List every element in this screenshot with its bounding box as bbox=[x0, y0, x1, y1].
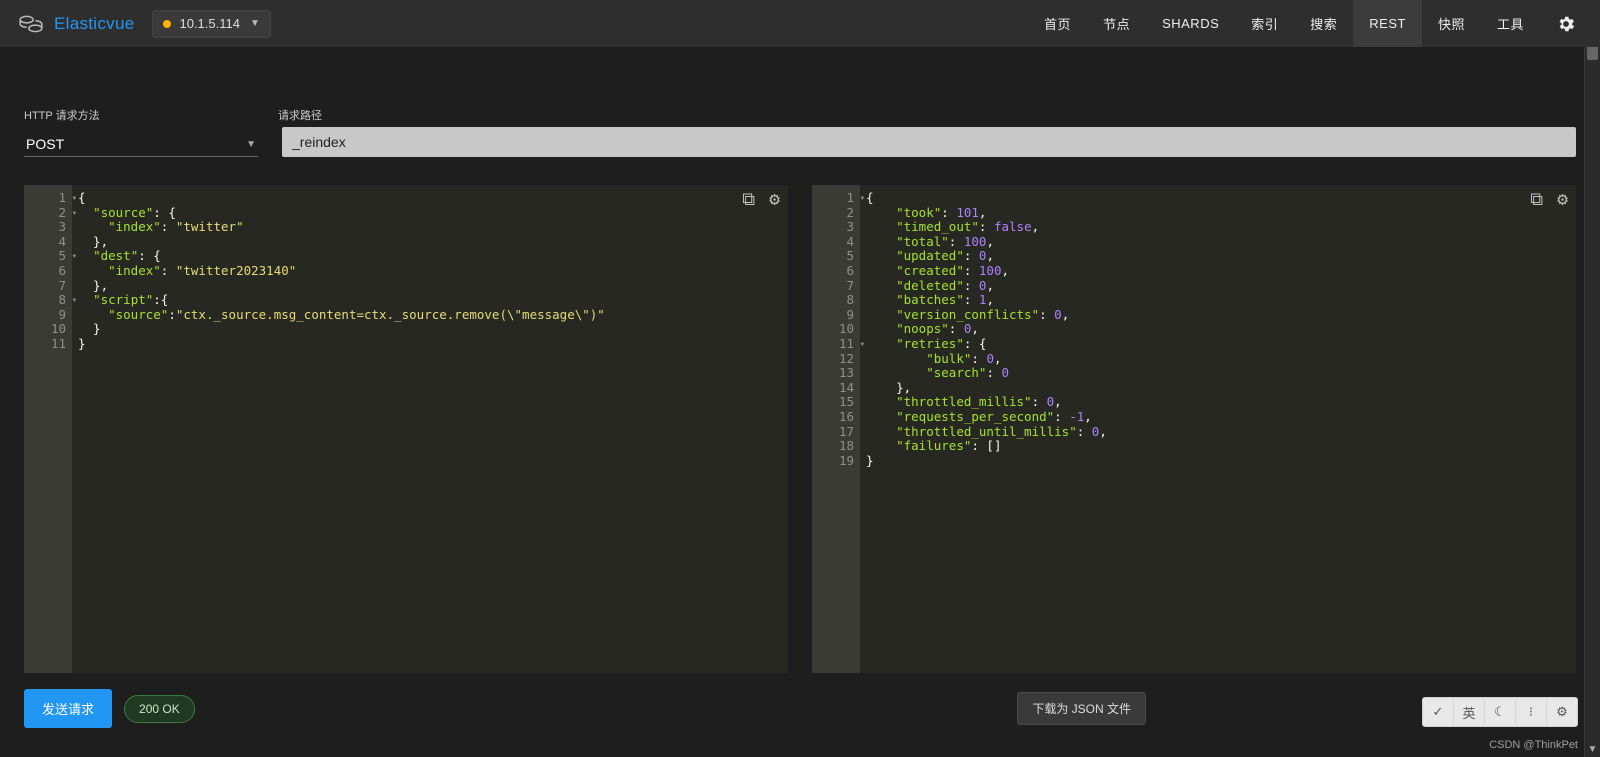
download-json-button[interactable]: 下载为 JSON 文件 bbox=[1017, 692, 1146, 725]
path-label: 请求路径 bbox=[278, 107, 322, 123]
app-bar: Elasticvue 10.1.5.114 ▼ 首页节点SHARDS索引搜索RE… bbox=[0, 0, 1600, 47]
app-logo[interactable]: Elasticvue bbox=[18, 11, 134, 37]
main-nav: 首页节点SHARDS索引搜索REST快照工具 bbox=[1028, 0, 1592, 47]
nav-item-索引[interactable]: 索引 bbox=[1235, 0, 1294, 47]
scroll-down-icon[interactable]: ▼ bbox=[1585, 742, 1600, 757]
nav-item-shards[interactable]: SHARDS bbox=[1146, 0, 1235, 47]
cluster-status-dot bbox=[163, 20, 171, 28]
settings-gear-icon[interactable] bbox=[1540, 14, 1592, 34]
page-scrollbar[interactable]: ▲ ▼ bbox=[1584, 0, 1600, 757]
copy-icon[interactable]: ⧉ bbox=[1530, 193, 1543, 208]
http-method-select[interactable]: POST ▼ bbox=[24, 132, 258, 157]
request-code[interactable]: { "source": { "index": "twitter" }, "des… bbox=[74, 185, 788, 673]
method-label: HTTP 请求方法 bbox=[24, 107, 254, 123]
gear-icon[interactable]: ⚙ bbox=[769, 193, 780, 208]
send-request-button[interactable]: 发送请求 bbox=[24, 689, 112, 728]
response-editor[interactable]: ⧉ ⚙ 12345678910111213141516171819 { "too… bbox=[812, 185, 1576, 673]
response-gutter: 12345678910111213141516171819 bbox=[812, 185, 860, 673]
request-path-input[interactable] bbox=[282, 127, 1576, 157]
status-badge: 200 OK bbox=[124, 695, 195, 723]
request-gutter: 1234567891011 bbox=[24, 185, 72, 673]
request-editor[interactable]: ⧉ ⚙ 1234567891011 { "source": { "index":… bbox=[24, 185, 788, 673]
ime-tool[interactable]: ☾ bbox=[1485, 699, 1516, 725]
ime-tool[interactable]: 英 bbox=[1454, 699, 1485, 725]
logo-icon bbox=[18, 11, 44, 37]
copy-icon[interactable]: ⧉ bbox=[742, 193, 755, 208]
app-name: Elasticvue bbox=[54, 14, 134, 34]
nav-item-首页[interactable]: 首页 bbox=[1028, 0, 1087, 47]
nav-item-节点[interactable]: 节点 bbox=[1087, 0, 1146, 47]
ime-tool[interactable]: ✓ bbox=[1423, 699, 1454, 725]
watermark: CSDN @ThinkPet bbox=[1489, 739, 1578, 751]
cluster-ip: 10.1.5.114 bbox=[179, 16, 239, 31]
gear-icon[interactable]: ⚙ bbox=[1557, 193, 1568, 208]
response-code: { "took": 101, "timed_out": false, "tota… bbox=[862, 185, 1576, 673]
nav-item-工具[interactable]: 工具 bbox=[1481, 0, 1540, 47]
cluster-picker[interactable]: 10.1.5.114 ▼ bbox=[152, 10, 270, 38]
chevron-down-icon: ▼ bbox=[250, 18, 260, 29]
nav-item-快照[interactable]: 快照 bbox=[1422, 0, 1481, 47]
chevron-down-icon: ▼ bbox=[246, 139, 256, 150]
ime-toolbar[interactable]: ✓英☾⁝⚙ bbox=[1422, 697, 1578, 727]
nav-item-搜索[interactable]: 搜索 bbox=[1294, 0, 1353, 47]
nav-item-rest[interactable]: REST bbox=[1353, 0, 1422, 47]
ime-tool[interactable]: ⁝ bbox=[1516, 699, 1547, 725]
http-method-value: POST bbox=[26, 136, 64, 152]
ime-tool[interactable]: ⚙ bbox=[1547, 699, 1577, 725]
